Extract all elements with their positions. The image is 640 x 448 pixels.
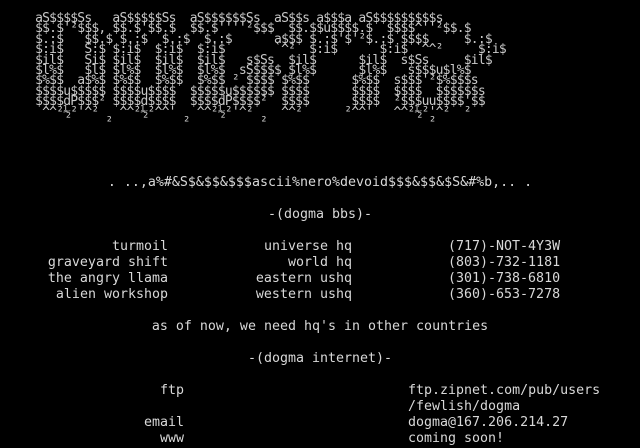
bbs-name: turmoil — [111, 239, 168, 254]
internet-section-header: -(dogma internet)- — [247, 351, 393, 366]
internet-value: coming soon! — [408, 431, 505, 446]
bbs-phone: (717)-NOT-4Y3W — [448, 239, 561, 254]
bbs-section-header: -(dogma bbs)- — [267, 207, 373, 222]
bbs-role: universe hq — [263, 239, 352, 254]
bbs-name: graveyard shift — [47, 255, 168, 270]
dogma-ascii-logo: aS$$$$Ss aS$$$$$Ss aS$$$$$$Ss aS$$s a$$$… — [35, 11, 507, 131]
internet-label: ftp — [159, 383, 184, 398]
internet-label: email — [143, 415, 184, 430]
bbs-role: western ushq — [255, 287, 352, 302]
terminal-screen: aS$$$$Ss aS$$$$$Ss aS$$$$$$Ss aS$$s a$$$… — [0, 0, 640, 448]
bbs-phone: (803)-732-1181 — [448, 255, 561, 270]
logo-tagline: . ..,a%#&S$&$$&$$$ascii%nero%devoid$$$&$… — [107, 175, 533, 190]
bbs-phone: (301)-738-6810 — [448, 271, 561, 286]
hq-notice: as of now, we need hq's in other countri… — [151, 319, 489, 334]
bbs-role: eastern ushq — [255, 271, 352, 286]
bbs-phone: (360)-653-7278 — [448, 287, 561, 302]
internet-value: /fewlish/dogma — [408, 399, 521, 414]
bbs-role: world hq — [287, 255, 352, 270]
internet-value: dogma@167.206.214.27 — [408, 415, 569, 430]
internet-value: ftp.zipnet.com/pub/users — [408, 383, 601, 398]
bbs-name: the angry llama — [47, 271, 168, 286]
bbs-name: alien workshop — [55, 287, 168, 302]
internet-label: www — [159, 431, 184, 446]
